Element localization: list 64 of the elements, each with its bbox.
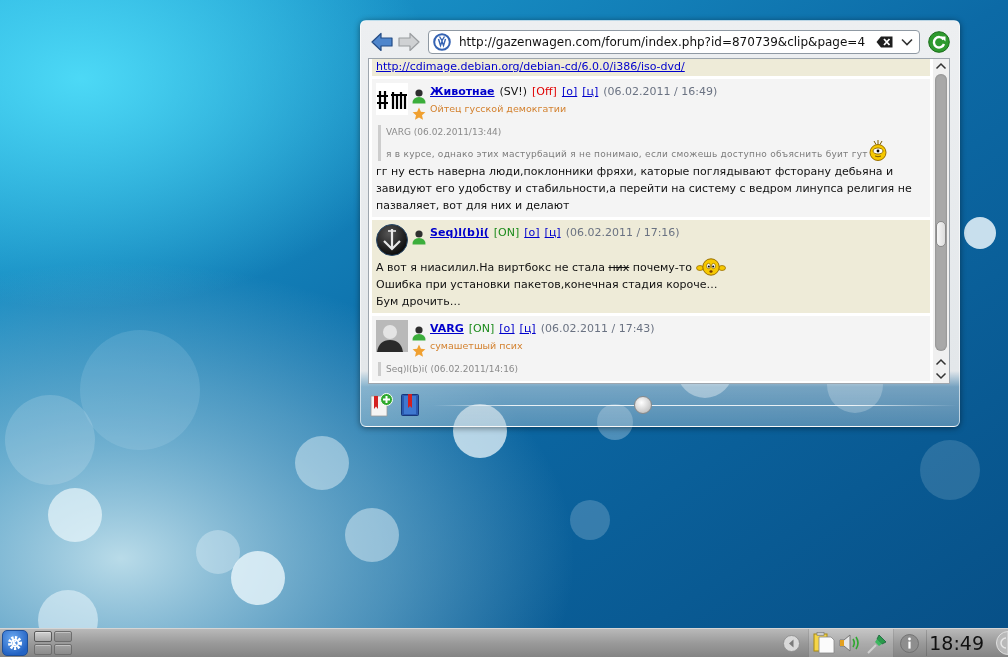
- star-icon: [412, 344, 426, 358]
- post-action-link[interactable]: [о]: [561, 83, 578, 100]
- user-rank: Ойтец гусской демокгатии: [430, 102, 568, 116]
- reload-icon[interactable]: [928, 30, 950, 53]
- light-circle: [231, 551, 285, 605]
- post-action-link[interactable]: [о]: [499, 320, 515, 337]
- username-link[interactable]: Seq)l(b)i(: [430, 224, 489, 241]
- info-icon[interactable]: [900, 633, 920, 653]
- quote-text: я в курсе, однако этих мастурбаций я не понимаю, если сможешь доступно объяснить буит гут: [386, 148, 868, 161]
- forward-arrow-icon[interactable]: [398, 31, 420, 52]
- quote-author: Seq)l(b)i( (06.02.2011/14:16): [386, 363, 520, 376]
- username-link[interactable]: Животнае: [430, 83, 495, 100]
- post-text: Бум дрочить…: [376, 294, 461, 310]
- post-action-link[interactable]: [о]: [524, 224, 540, 241]
- light-circle: [196, 530, 240, 574]
- user-icon: [411, 88, 427, 104]
- arrow-left-circle-icon[interactable]: [783, 634, 801, 652]
- emblem-avatar-icon: [376, 224, 408, 256]
- status-label: [ON]: [493, 225, 520, 241]
- light-circle: [920, 440, 980, 500]
- virtual-desktop-button[interactable]: [34, 644, 52, 655]
- post-action-link[interactable]: [ц]: [544, 224, 561, 241]
- scrollbar-thumb[interactable]: [936, 220, 946, 247]
- status-label: [ON]: [468, 321, 495, 337]
- user-icon: [411, 325, 427, 341]
- post-date: (06.02.2011 / 17:16): [565, 225, 680, 241]
- post-date: (06.02.2011 / 16:49): [603, 84, 718, 100]
- bookmark-add-icon[interactable]: [369, 393, 393, 417]
- launcher-button[interactable]: [2, 630, 28, 656]
- user-icon: [411, 229, 427, 245]
- virtual-desktop-button[interactable]: [54, 644, 72, 655]
- download-link[interactable]: http://cdimage.debian.org/debian-cd/6.0.0/i386/iso-dvd/: [376, 60, 685, 73]
- clock-time: 18:49: [926, 630, 986, 656]
- avatar-silhouette-icon: [376, 320, 408, 352]
- username-link[interactable]: VARG: [430, 320, 464, 337]
- light-circle: [964, 217, 996, 249]
- slider-thumb[interactable]: [633, 396, 652, 414]
- quote-author: VARG (06.02.2011/13:44): [386, 126, 503, 139]
- clear-text-icon[interactable]: [876, 35, 893, 48]
- clipboard-icon[interactable]: [813, 632, 836, 654]
- star-icon: [412, 107, 426, 121]
- book-icon[interactable]: [401, 394, 419, 416]
- user-tag: (SV!): [499, 83, 528, 100]
- light-circle: [295, 436, 349, 490]
- light-circle: [570, 500, 610, 540]
- hash-marks-avatar-icon: [376, 83, 408, 115]
- post-text: гг ну есть наверна люди,поклонники фряхи, каторые поглядывают фсторану дебьяна и завидуют его удобству и стабильности,а перейти на систему с ведром линупса религия не пазваляет, вот для них и делают: [376, 164, 913, 214]
- status-label: [Off]: [532, 84, 557, 100]
- url-field[interactable]: http://gazenwagen.com/forum/index.php?id=870739&clip&page=4: [428, 29, 920, 54]
- cog-logo-icon: [6, 634, 24, 652]
- post-action-link[interactable]: [ц]: [582, 83, 599, 100]
- virtual-desktop-button[interactable]: [54, 631, 72, 642]
- light-circle: [48, 488, 102, 542]
- caret-icon[interactable]: [901, 37, 913, 46]
- post-text: Ошибка при установки пакетов,конечная стадия короче…: [376, 277, 718, 293]
- circle-emblem-icon: [433, 32, 451, 51]
- virtual-desktop-button[interactable]: [34, 631, 52, 642]
- post-action-link[interactable]: [ц]: [519, 320, 536, 337]
- light-circle: [345, 508, 399, 562]
- back-arrow-icon[interactable]: [371, 31, 393, 52]
- post-text: А вот я ниасилил.На виртбокс не стала них почему-то: [376, 259, 692, 276]
- url-text: http://gazenwagen.com/forum/index.php?id=870739&clip&page=4: [459, 34, 867, 49]
- user-rank: сумашетшый псих: [430, 339, 524, 353]
- post-date: (06.02.2011 / 17:43): [540, 321, 655, 337]
